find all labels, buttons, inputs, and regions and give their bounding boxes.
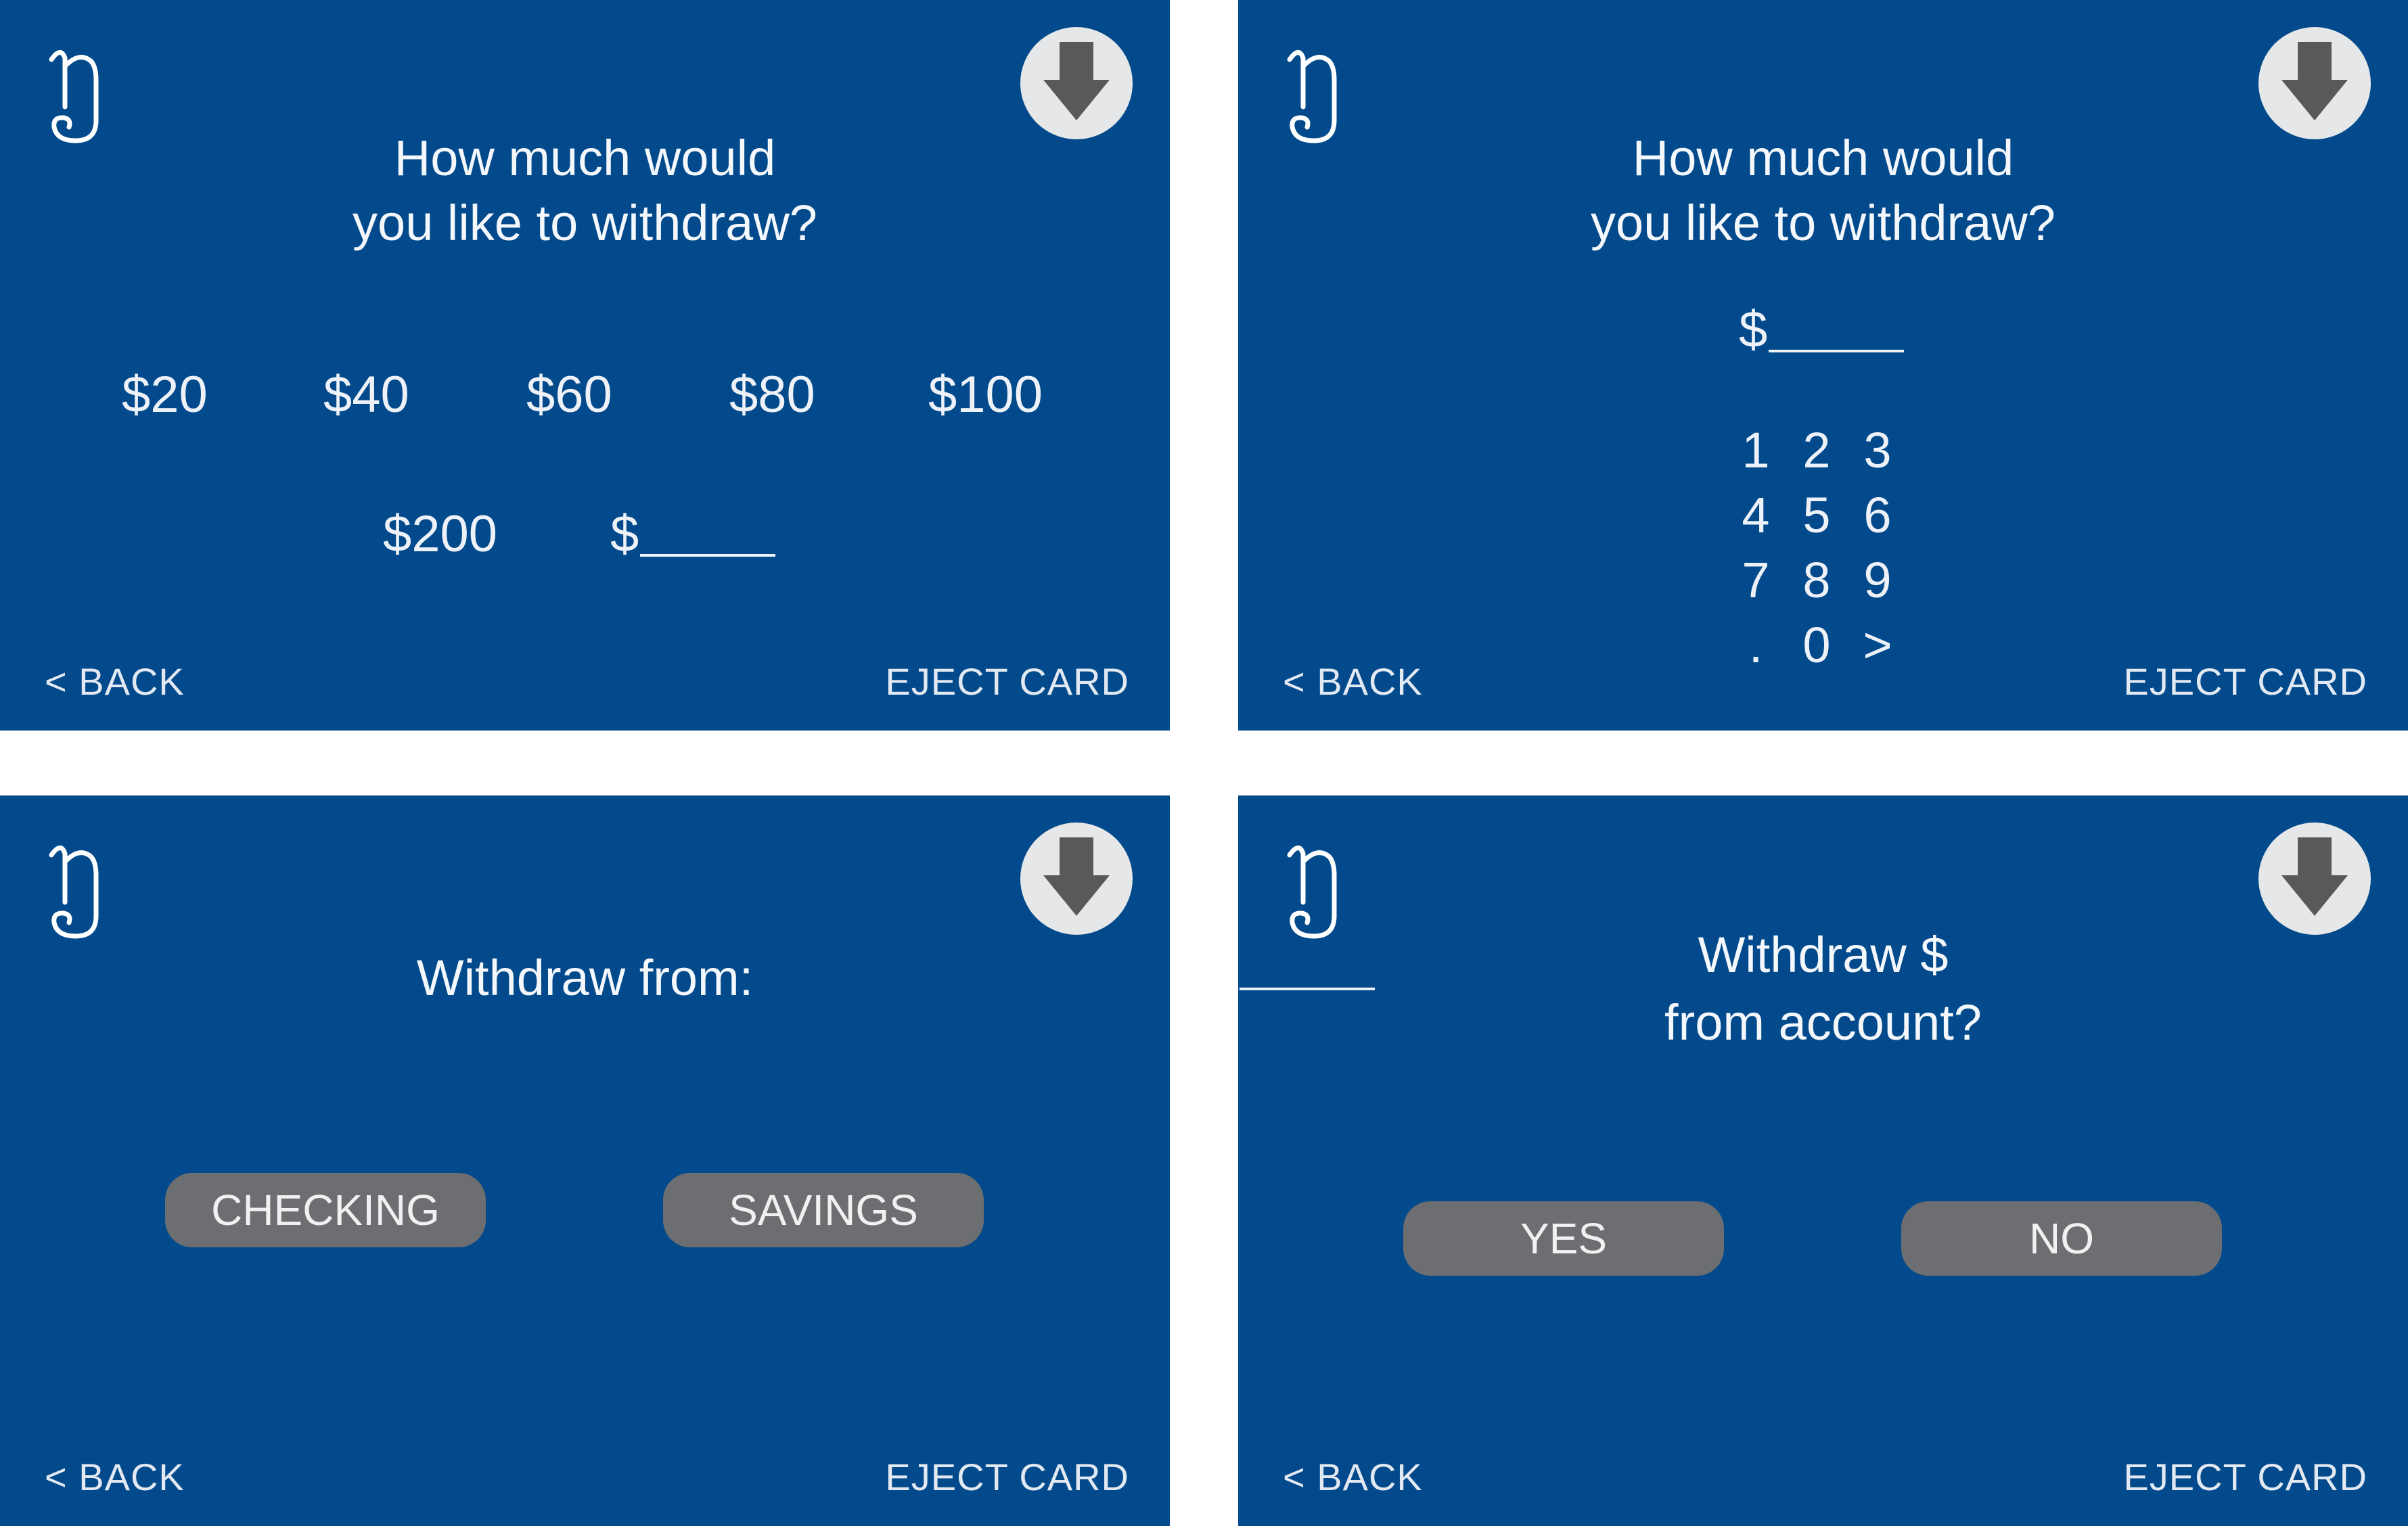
- numeric-keypad: 1 2 3 4 5 6 7 8 9 . 0 >: [1725, 418, 1922, 678]
- currency-prefix: $: [610, 505, 639, 563]
- withdraw-from-prompt: Withdraw from:: [416, 950, 754, 1006]
- key-5[interactable]: 5: [1786, 483, 1847, 548]
- amount-blank-line: [640, 554, 776, 557]
- card-eject-arrow-icon[interactable]: [2258, 27, 2371, 139]
- no-button[interactable]: NO: [1901, 1201, 2222, 1276]
- key-6[interactable]: 6: [1847, 483, 1908, 548]
- card-eject-arrow-icon[interactable]: [1020, 27, 1133, 139]
- back-button[interactable]: < BACK: [1283, 660, 1423, 703]
- prompt-line-2: you like to withdraw?: [353, 195, 817, 251]
- confirm-amount-prefix: Withdraw $: [1698, 927, 1949, 983]
- withdraw-prompt: How much would you like to withdraw?: [1238, 126, 2408, 256]
- amount-40-button[interactable]: $40: [323, 365, 409, 424]
- confirm-prompt: Withdraw $ from account?: [1238, 923, 2408, 1055]
- amount-blank-line: [1769, 350, 1905, 352]
- amount-100-button[interactable]: $100: [928, 365, 1043, 424]
- savings-button[interactable]: SAVINGS: [663, 1173, 984, 1247]
- back-button[interactable]: < BACK: [45, 1455, 185, 1499]
- key-0[interactable]: 0: [1786, 613, 1847, 678]
- key-4[interactable]: 4: [1725, 483, 1786, 548]
- confirm-line-2: from account?: [1664, 994, 1982, 1050]
- screen-confirm-withdrawal: Withdraw $ from account? YES NO < BACK E…: [1238, 795, 2408, 1526]
- screen-amount-select: How much would you like to withdraw? $20…: [0, 0, 1170, 731]
- key-1[interactable]: 1: [1725, 418, 1786, 483]
- eject-card-button[interactable]: EJECT CARD: [2123, 660, 2367, 703]
- key-2[interactable]: 2: [1786, 418, 1847, 483]
- prompt-line-1: How much would: [394, 130, 776, 186]
- key-3[interactable]: 3: [1847, 418, 1908, 483]
- key-7[interactable]: 7: [1725, 548, 1786, 613]
- amount-entry-field[interactable]: $: [1739, 300, 1905, 359]
- key-enter[interactable]: >: [1847, 613, 1908, 678]
- back-button[interactable]: < BACK: [45, 660, 185, 703]
- confirm-line-1: Withdraw $: [1238, 923, 2408, 990]
- amount-200-button[interactable]: $200: [383, 505, 497, 563]
- prompt-line-2: you like to withdraw?: [1591, 195, 2055, 251]
- yes-button[interactable]: YES: [1403, 1201, 1724, 1276]
- card-eject-arrow-icon[interactable]: [1020, 823, 1133, 935]
- amount-60-button[interactable]: $60: [526, 365, 612, 424]
- bank-logo-icon: [42, 835, 116, 943]
- prompt-line-1: How much would: [1632, 130, 2014, 186]
- withdraw-prompt: How much would you like to withdraw?: [0, 126, 1170, 256]
- screen-amount-keypad: How much would you like to withdraw? $ 1…: [1238, 0, 2408, 731]
- eject-card-button[interactable]: EJECT CARD: [2123, 1455, 2367, 1499]
- currency-prefix: $: [1739, 301, 1768, 359]
- back-button[interactable]: < BACK: [1283, 1455, 1423, 1499]
- eject-card-button[interactable]: EJECT CARD: [885, 1455, 1129, 1499]
- key-decimal[interactable]: .: [1725, 613, 1786, 678]
- key-8[interactable]: 8: [1786, 548, 1847, 613]
- amount-80-button[interactable]: $80: [729, 365, 815, 424]
- screen-account-select: Withdraw from: CHECKING SAVINGS < BACK E…: [0, 795, 1170, 1526]
- eject-card-button[interactable]: EJECT CARD: [885, 660, 1129, 703]
- card-eject-arrow-icon[interactable]: [2258, 823, 2371, 935]
- amount-20-button[interactable]: $20: [122, 365, 208, 424]
- checking-button[interactable]: CHECKING: [165, 1173, 486, 1247]
- custom-amount-field[interactable]: $: [610, 505, 776, 563]
- key-9[interactable]: 9: [1847, 548, 1908, 613]
